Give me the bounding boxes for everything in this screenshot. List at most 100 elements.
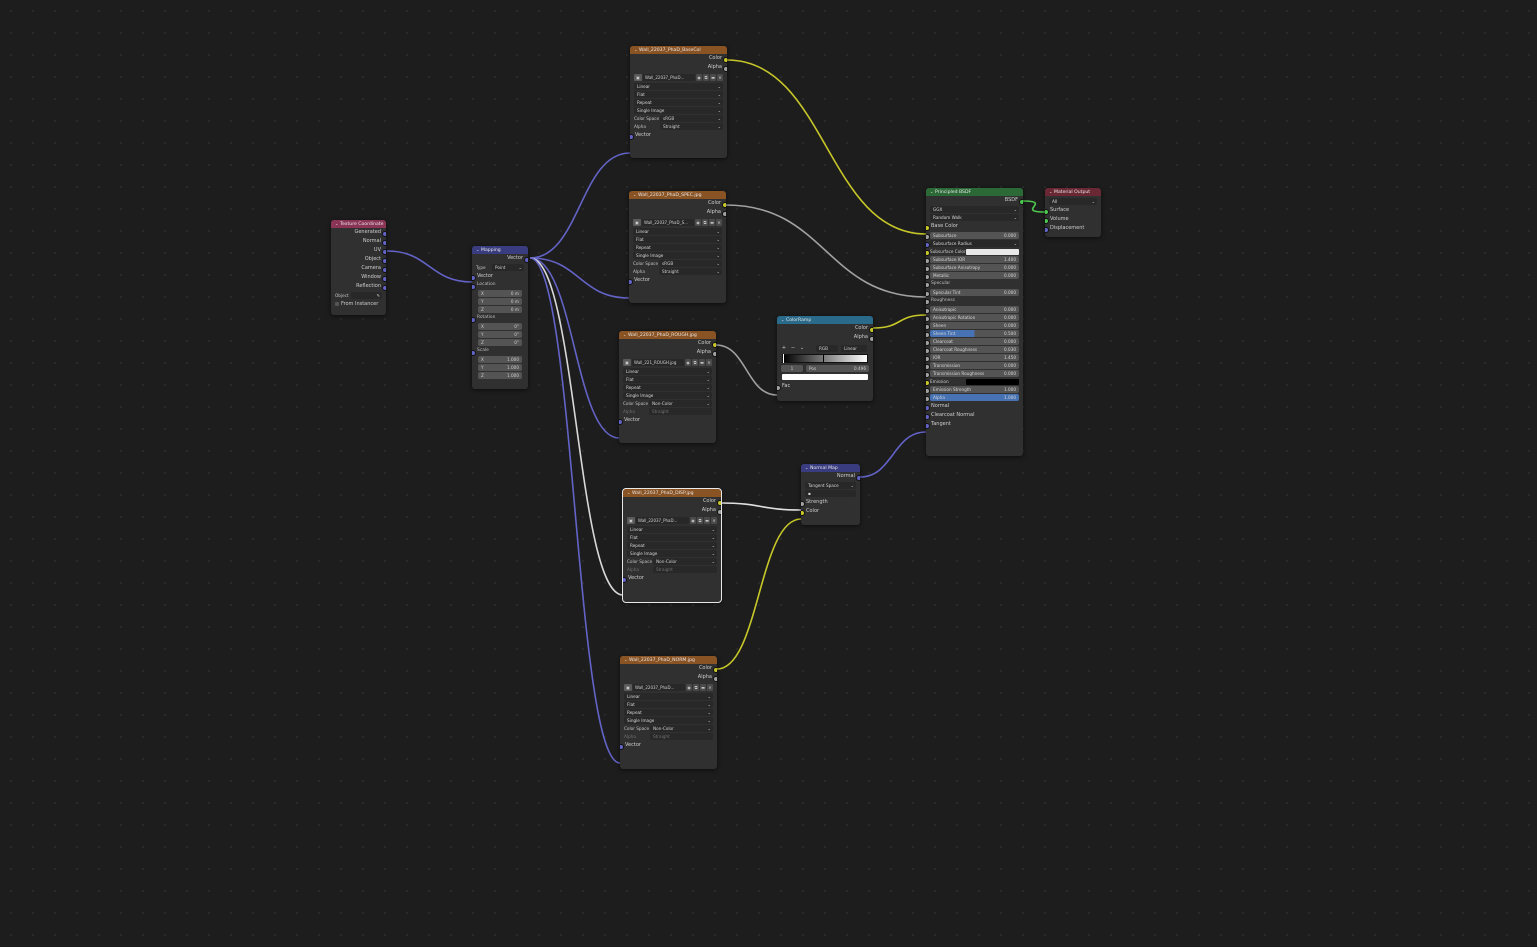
- param-slider[interactable]: Clearcoat Roughness 0.030: [930, 346, 1019, 353]
- ramp-stop-white[interactable]: [823, 354, 825, 363]
- close-icon[interactable]: ✕: [706, 359, 712, 366]
- material-output-node[interactable]: ⌄ Material Output All ⌄ Surface Volume Dis…: [1045, 188, 1101, 237]
- output-socket[interactable]: [856, 475, 860, 481]
- param-slider[interactable]: IOR 1.450: [930, 354, 1019, 361]
- color-space-dropdown[interactable]: Non-Color ⌄: [649, 400, 712, 407]
- add-stop-icon[interactable]: +: [781, 345, 787, 351]
- node-link[interactable]: [859, 431, 927, 478]
- node-header[interactable]: ⌄ Wall_22037_PhaD_BaseCol: [630, 46, 727, 54]
- ramp-stop-black[interactable]: [783, 354, 784, 363]
- node-header[interactable]: ⌄ Mapping: [472, 246, 528, 254]
- color-ramp-node[interactable]: ⌄ ColorRamp Color Alpha + − ⌄ RGB Linear …: [777, 316, 873, 401]
- image-texture-node-displacement[interactable]: ⌄ Wall_22037_PhaD_DISP.jpg Color Alpha ▣ W…: [622, 488, 722, 603]
- node-link[interactable]: [716, 518, 802, 670]
- fake-user-icon[interactable]: ◉: [690, 517, 696, 524]
- interpolation-dropdown[interactable]: Linear ⌄: [623, 368, 712, 375]
- color-space-dropdown[interactable]: sRGB ⌄: [659, 260, 722, 267]
- node-header[interactable]: ⌄ Material Output: [1045, 188, 1101, 196]
- fake-user-icon[interactable]: ◉: [686, 684, 692, 691]
- extension-dropdown[interactable]: Repeat ⌄: [634, 99, 723, 106]
- texture-coordinate-node[interactable]: ⌄ Texture Coordinate Generated Normal UV …: [331, 220, 386, 315]
- color-space-dropdown[interactable]: sRGB ⌄: [660, 115, 723, 122]
- eyedropper-icon[interactable]: ✎: [376, 292, 380, 299]
- subsurface-method-dropdown[interactable]: Random Walk ⌄: [930, 214, 1019, 221]
- source-dropdown[interactable]: Single Image ⌄: [623, 392, 712, 399]
- output-socket[interactable]: [1019, 199, 1023, 205]
- color-swatch[interactable]: [966, 378, 1019, 385]
- duplicate-icon[interactable]: ⧉: [693, 684, 699, 691]
- fake-user-icon[interactable]: ◉: [685, 359, 691, 366]
- duplicate-icon[interactable]: ⧉: [703, 74, 709, 81]
- extension-dropdown[interactable]: Repeat ⌄: [624, 709, 713, 716]
- input-socket[interactable]: [619, 419, 623, 425]
- stop-color-swatch[interactable]: [782, 374, 868, 380]
- source-dropdown[interactable]: Single Image ⌄: [633, 252, 722, 259]
- param-slider[interactable]: Sheen Tint 0.500: [930, 330, 1019, 337]
- node-header[interactable]: ⌄ Normal Map: [801, 464, 860, 472]
- interpolation-dropdown[interactable]: Linear ⌄: [627, 526, 717, 533]
- input-socket[interactable]: [926, 225, 930, 231]
- param-slider[interactable]: Subsurface IOR 1.400: [930, 256, 1019, 263]
- color-input[interactable]: Subsurface Color: [930, 248, 1019, 255]
- node-link[interactable]: [529, 257, 621, 764]
- projection-dropdown[interactable]: Flat ⌄: [634, 91, 723, 98]
- output-socket[interactable]: [382, 285, 386, 291]
- node-header[interactable]: ⌄ Principled BSDF: [926, 188, 1023, 196]
- output-socket[interactable]: [524, 257, 528, 263]
- close-icon[interactable]: ✕: [717, 74, 723, 81]
- extension-dropdown[interactable]: Repeat ⌄: [627, 542, 717, 549]
- node-link[interactable]: [726, 59, 927, 235]
- param-slider[interactable]: Transmission 0.000: [930, 362, 1019, 369]
- alpha-dropdown[interactable]: Straight: [649, 408, 712, 415]
- input-socket[interactable]: [777, 385, 781, 391]
- extension-dropdown[interactable]: Repeat ⌄: [633, 244, 722, 251]
- output-socket[interactable]: [722, 211, 726, 217]
- output-socket[interactable]: [712, 351, 716, 357]
- color-space-dropdown[interactable]: Non-Color ⌄: [650, 725, 713, 732]
- node-link[interactable]: [386, 250, 473, 283]
- image-texture-node-specular[interactable]: ⌄ Wall_22037_PhaD_SPEC.jpg Color Alpha ▣ W…: [629, 191, 726, 303]
- scale-z-field[interactable]: Z 1.000: [478, 372, 522, 379]
- open-folder-icon[interactable]: ▬: [709, 219, 715, 226]
- image-name-field[interactable]: Wall_22037_PhaD_S...: [642, 219, 694, 226]
- source-dropdown[interactable]: Single Image ⌄: [627, 550, 717, 557]
- close-icon[interactable]: ✕: [716, 219, 722, 226]
- close-icon[interactable]: ✕: [707, 684, 713, 691]
- node-header[interactable]: ⌄ Wall_22037_PhaD_SPEC.jpg: [629, 191, 726, 199]
- input-socket[interactable]: [472, 350, 476, 356]
- image-browse-icon[interactable]: ▣: [623, 359, 631, 366]
- target-dropdown[interactable]: All ⌄: [1049, 198, 1097, 205]
- uv-map-field[interactable]: ▪: [805, 490, 856, 497]
- input-socket[interactable]: [472, 284, 476, 290]
- scale-y-field[interactable]: Y 1.000: [478, 364, 522, 371]
- node-header[interactable]: ⌄ Texture Coordinate: [331, 220, 386, 228]
- node-link[interactable]: [529, 257, 624, 596]
- input-socket[interactable]: [629, 279, 633, 285]
- scale-x-field[interactable]: X 1.000: [478, 356, 522, 363]
- image-browse-icon[interactable]: ▣: [627, 517, 635, 524]
- source-dropdown[interactable]: Single Image ⌄: [634, 107, 723, 114]
- node-header[interactable]: ⌄ Wall_22037_PhaD_NORM.jpg: [620, 656, 717, 664]
- param-slider[interactable]: Clearcoat 0.000: [930, 338, 1019, 345]
- param-slider[interactable]: Transmission Roughness 0.000: [930, 370, 1019, 377]
- location-y-field[interactable]: Y 0 m: [478, 298, 522, 305]
- close-icon[interactable]: ✕: [711, 517, 717, 524]
- node-link[interactable]: [529, 257, 620, 439]
- space-dropdown[interactable]: Tangent Space ⌄: [805, 482, 856, 489]
- interpolation-dropdown[interactable]: Linear ⌄: [634, 83, 723, 90]
- distribution-dropdown[interactable]: GGX ⌄: [930, 206, 1019, 213]
- stop-position-field[interactable]: Pos 0.496: [806, 365, 869, 372]
- output-socket[interactable]: [723, 66, 727, 72]
- param-slider[interactable]: Subsurface 0.000: [930, 232, 1019, 239]
- color-space-dropdown[interactable]: Non-Color ⌄: [653, 558, 717, 565]
- node-header[interactable]: ⌄ Wall_22037_PhaD_ROUGH.jpg: [619, 331, 716, 339]
- principled-bsdf-node[interactable]: ⌄ Principled BSDF BSDF GGX ⌄ Random Walk ⌄ …: [926, 188, 1023, 456]
- extension-dropdown[interactable]: Repeat ⌄: [623, 384, 712, 391]
- stop-index-field[interactable]: 1: [781, 365, 803, 372]
- image-name-field[interactable]: Wall_22037_PhaD...: [636, 517, 689, 524]
- fake-user-icon[interactable]: ◉: [696, 74, 702, 81]
- projection-dropdown[interactable]: Flat ⌄: [624, 701, 713, 708]
- param-slider[interactable]: Emission Strength 1.000: [930, 386, 1019, 393]
- color-swatch[interactable]: [966, 248, 1019, 255]
- image-browse-icon[interactable]: ▣: [633, 219, 641, 226]
